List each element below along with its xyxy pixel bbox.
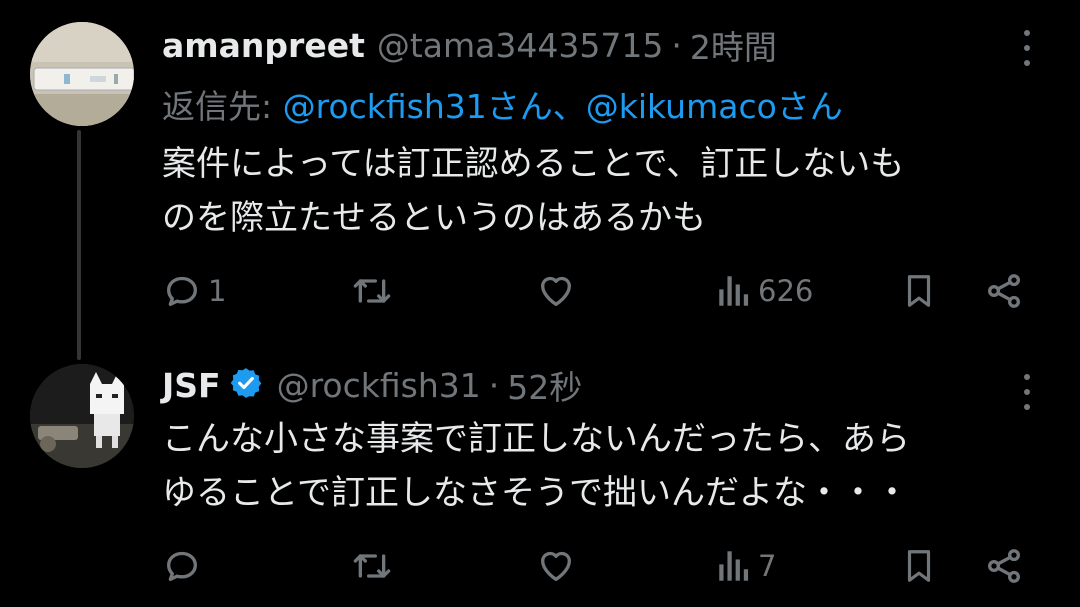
views-button[interactable]: 626 [716,271,813,311]
bookmark-button[interactable] [900,271,938,311]
mention-kikumaco[interactable]: @kikumacoさん [586,87,843,126]
replying-to-label: 返信先: [162,87,283,126]
avatar-image [30,364,134,468]
tweet-text-line-1: 案件によっては訂正認めることで、訂正しないも [162,144,905,184]
reply-button[interactable] [162,546,208,586]
views-icon [719,551,749,581]
bookmark-button[interactable] [900,546,938,586]
replying-to: 返信先: @rockfish31さん、@kikumacoさん [162,80,843,128]
tweet-2[interactable]: JSF @rockfish31 · 52秒 こんな小さな事案で訂正しないんだった… [0,340,1080,607]
share-icon [988,549,1020,583]
thread-line [77,130,81,360]
bookmark-icon [907,275,931,307]
avatar-amanpreet[interactable] [30,22,134,126]
views-button[interactable]: 7 [716,546,776,586]
like-icon [541,551,571,581]
reply-icon [167,551,197,581]
views-count: 7 [758,549,777,583]
reply-button[interactable]: 1 [162,271,226,311]
retweet-button[interactable] [350,546,400,586]
display-name[interactable]: JSF [162,366,221,405]
retweet-icon [353,279,391,303]
user-handle[interactable]: @rockfish31 [277,366,481,405]
mention-separator: 、 [552,87,586,126]
like-button[interactable] [536,271,582,311]
bookmark-icon [907,550,931,582]
share-icon [988,274,1020,308]
share-button[interactable] [984,546,1024,586]
like-icon [541,276,571,306]
tweet-text-line-1: こんな小さな事案で訂正しないんだったら、あら [162,419,910,459]
tweet-1[interactable]: amanpreet @tama34435715 · 2時間 返信先: @rock… [0,0,1080,360]
reply-count: 1 [208,274,227,308]
display-name[interactable]: amanpreet [162,26,365,65]
user-handle[interactable]: @tama34435715 [377,26,664,65]
tweet-text-line-2: のを際立たせるというのはあるかも [162,198,706,238]
views-count: 626 [758,274,814,308]
avatar-jsf[interactable] [30,364,134,468]
timestamp[interactable]: 52秒 [507,361,582,409]
reply-icon [167,276,197,306]
like-button[interactable] [536,546,582,586]
tweet-text: 案件によっては訂正認めることで、訂正しないも のを際立たせるというのはあるかも [162,137,904,245]
mention-rockfish31[interactable]: @rockfish31さん [283,87,553,126]
tweet-text-line-2: ゆることで訂正しなさそうで拙いんだよな・・・ [162,473,909,513]
tweet-header: amanpreet @tama34435715 · 2時間 [162,22,777,68]
more-icon[interactable] [1022,30,1032,66]
action-bar: 7 [0,540,1080,590]
views-icon [719,276,749,306]
retweet-button[interactable] [350,271,400,311]
retweet-icon [353,554,391,578]
more-icon[interactable] [1022,374,1032,410]
separator-dot: · [488,365,500,405]
action-bar: 1 626 [0,267,1080,317]
verified-badge-icon [229,366,263,404]
separator-dot: · [671,25,682,65]
share-button[interactable] [984,271,1024,311]
tweet-text: こんな小さな事案で訂正しないんだったら、あら ゆることで訂正しなさそうで拙いんだ… [162,412,910,520]
timestamp[interactable]: 2時間 [690,21,777,69]
tweet-header: JSF @rockfish31 · 52秒 [162,362,582,408]
avatar-image [30,22,134,126]
